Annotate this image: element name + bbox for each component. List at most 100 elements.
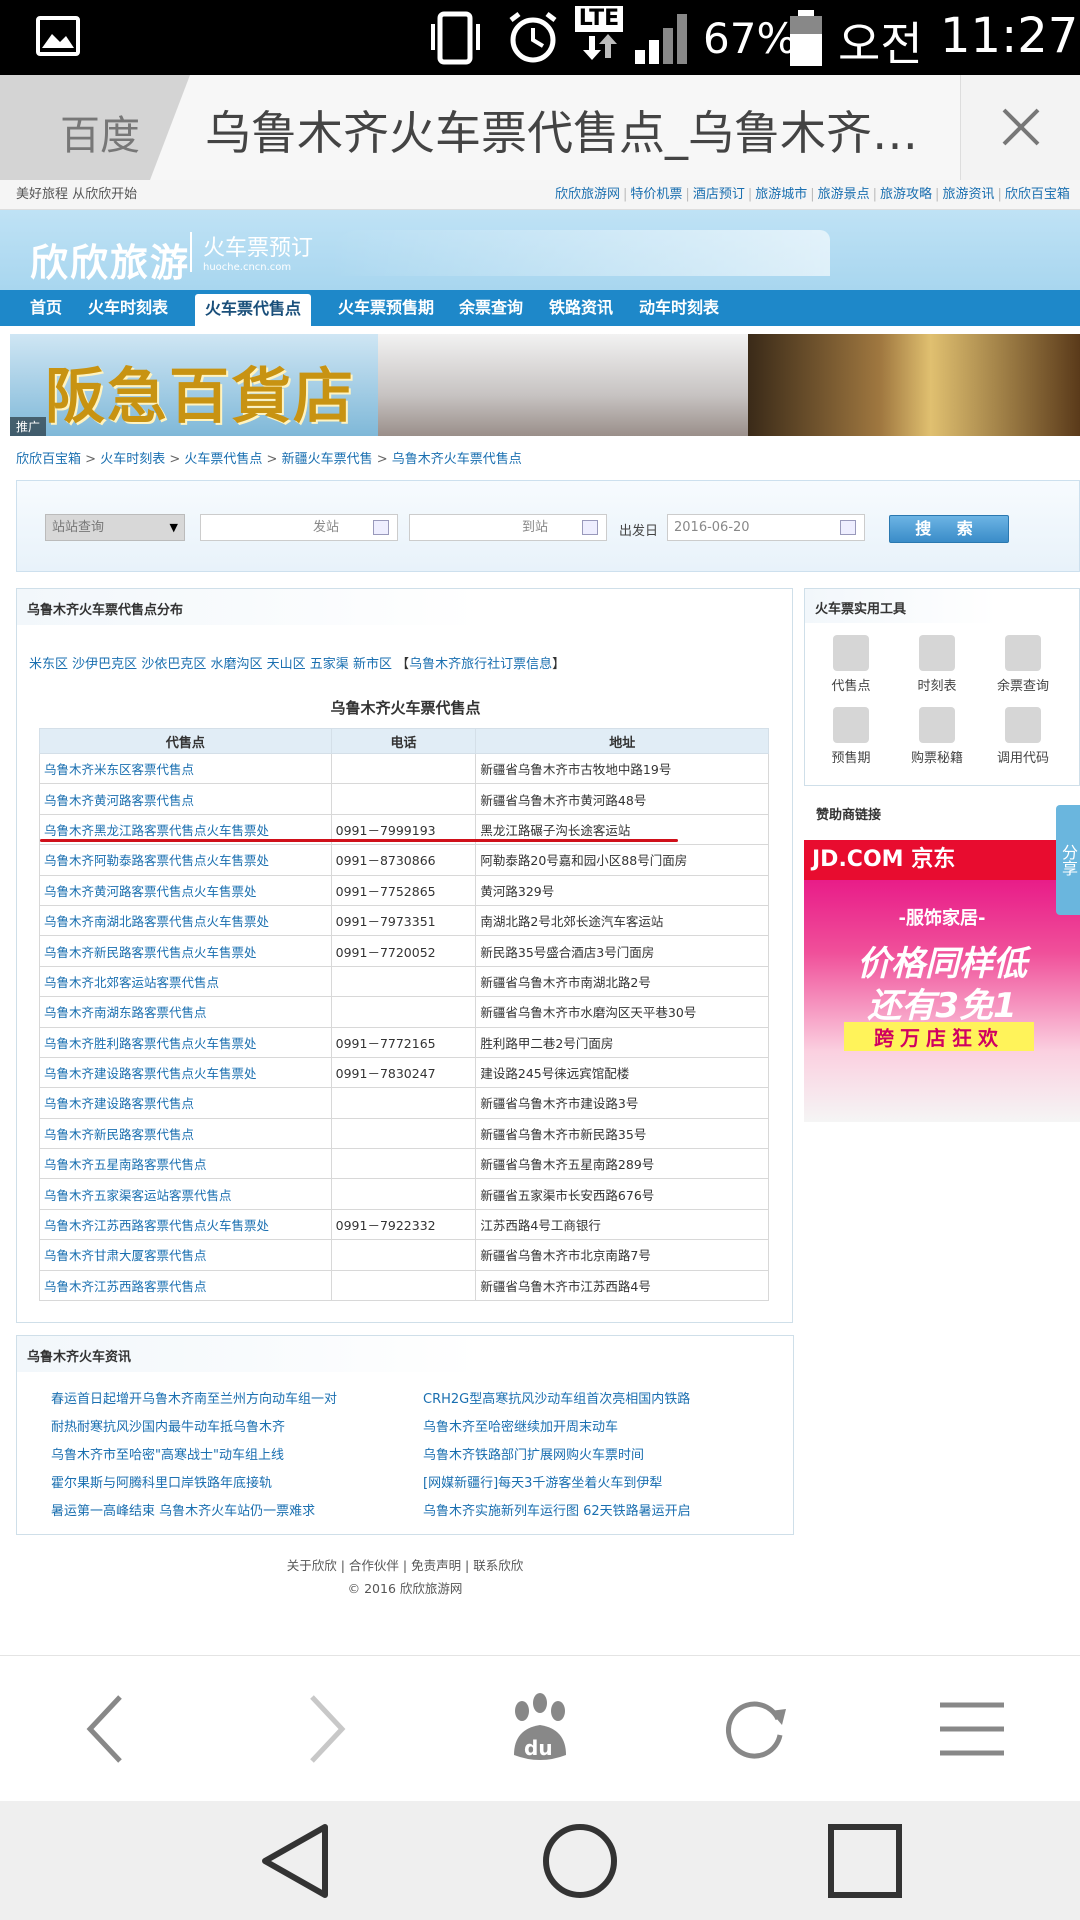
nav-outlets[interactable]: 火车票代售点 xyxy=(195,294,312,326)
tool-outlets[interactable]: 代售点 xyxy=(811,635,891,694)
breadcrumb-link[interactable]: 乌鲁木齐火车票代售点 xyxy=(392,452,522,467)
nav-timetable[interactable]: 火车时刻表 xyxy=(88,290,168,326)
promo-tag: 推广 xyxy=(10,417,47,436)
share-button[interactable]: 分享 xyxy=(1056,805,1080,915)
breadcrumb-link[interactable]: 欣欣百宝箱 xyxy=(16,452,81,467)
outlet-name-link[interactable]: 乌鲁木齐江苏西路客票代售点火车售票处 xyxy=(39,1208,332,1241)
tool-tips[interactable]: 购票秘籍 xyxy=(897,707,977,766)
outlet-name-link[interactable]: 乌鲁木齐南湖东路客票代售点 xyxy=(39,996,332,1028)
close-tab-button[interactable] xyxy=(960,75,1080,180)
outlet-name-link[interactable]: 乌鲁木齐米东区客票代售点 xyxy=(39,752,332,785)
outlet-name-link[interactable]: 乌鲁木齐黄河路客票代售点火车售票处 xyxy=(39,874,332,906)
outlet-phone: 0991－7772165 xyxy=(330,1026,477,1058)
table-row: 乌鲁木齐建设路客票代售点 新疆省乌鲁木齐市建设路3号 xyxy=(39,1087,769,1119)
breadcrumb-link[interactable]: 新疆火车票代售 xyxy=(282,452,373,467)
top-link[interactable]: 酒店预订 xyxy=(693,187,745,202)
nav-emu-timetable[interactable]: 动车时刻表 xyxy=(639,290,719,326)
query-type-select[interactable]: 站站查询 ▼ xyxy=(45,514,185,541)
district-link[interactable]: 米东区 xyxy=(29,657,68,672)
district-link[interactable]: 天山区 xyxy=(267,657,306,672)
district-link[interactable]: 五家渠 xyxy=(310,657,349,672)
table-row: 乌鲁木齐南湖东路客票代售点 新疆省乌鲁木齐市水磨沟区天平巷30号 xyxy=(39,996,769,1028)
news-link[interactable]: CRH2G型高寒抗风沙动车组首次亮相国内铁路 xyxy=(423,1388,690,1407)
news-link[interactable]: 暑运第一高峰结束 乌鲁木齐火车站仍一票难求 xyxy=(51,1500,315,1519)
footer-links[interactable]: 关于欣欣 | 合作伙伴 | 免责声明 | 联系欣欣 xyxy=(0,1555,810,1574)
site-logo[interactable]: 欣欣旅游 xyxy=(30,232,190,287)
breadcrumb-link[interactable]: 火车时刻表 xyxy=(100,452,165,467)
nav-home-button[interactable] xyxy=(480,1801,680,1920)
district-link[interactable]: 水磨沟区 xyxy=(210,657,262,672)
back-button[interactable] xyxy=(0,1656,216,1802)
date-input[interactable]: 2016-06-20 xyxy=(667,514,865,541)
outlet-name-link[interactable]: 乌鲁木齐五星南路客票代售点 xyxy=(39,1148,332,1180)
news-title: 乌鲁木齐火车资讯 xyxy=(17,1336,793,1372)
district-link[interactable]: 沙伊巴克区 xyxy=(72,657,137,672)
table-row: 乌鲁木齐胜利路客票代售点火车售票处 0991－7772165 胜利路甲二巷2号门面房 xyxy=(39,1026,769,1058)
top-link[interactable]: 旅游资讯 xyxy=(942,187,994,202)
breadcrumb: 欣欣百宝箱 > 火车时刻表 > 火车票代售点 > 新疆火车票代售 > 乌鲁木齐火… xyxy=(16,452,522,467)
site-top-bar: 美好旅程 从欣欣开始 欣欣旅游网 | 特价机票 | 酒店预订 | 旅游城市 | 旅游景点 | 旅游攻… xyxy=(0,180,1080,210)
nav-remaining-tickets[interactable]: 余票查询 xyxy=(459,290,523,326)
news-link[interactable]: [网媒新疆行]每天3千游客坐着火车到伊犁 xyxy=(423,1472,662,1491)
hamburger-menu-icon xyxy=(940,1702,1004,1756)
top-link[interactable]: 旅游攻略 xyxy=(880,187,932,202)
forward-button[interactable] xyxy=(216,1656,432,1802)
outlet-address: 新疆省乌鲁木齐市江苏西路4号 xyxy=(475,1269,769,1302)
tool-remaining[interactable]: 余票查询 xyxy=(983,635,1063,694)
refresh-button[interactable] xyxy=(648,1656,864,1802)
top-link[interactable]: 欣欣百宝箱 xyxy=(1005,187,1070,202)
menu-button[interactable] xyxy=(864,1656,1080,1802)
tool-presale[interactable]: 预售期 xyxy=(811,707,891,766)
baidu-home-button[interactable]: du xyxy=(432,1656,648,1802)
outlet-phone: 0991－7922332 xyxy=(330,1208,477,1241)
search-button[interactable]: 搜 索 xyxy=(889,515,1009,543)
signal-icon xyxy=(635,14,687,64)
outlet-name-link[interactable]: 乌鲁木齐江苏西路客票代售点 xyxy=(39,1269,332,1302)
district-link[interactable]: 沙依巴克区 xyxy=(141,657,206,672)
top-link[interactable]: 欣欣旅游网 xyxy=(555,187,620,202)
outlet-name-link[interactable]: 乌鲁木齐五家渠客运站客票代售点 xyxy=(39,1178,332,1210)
news-link[interactable]: 乌鲁木齐铁路部门扩展网购火车票时间 xyxy=(423,1444,644,1463)
tool-embed-code[interactable]: 调用代码 xyxy=(983,707,1063,766)
outlet-name-link[interactable]: 乌鲁木齐甘肃大厦客票代售点 xyxy=(39,1239,332,1271)
outlet-name-link[interactable]: 乌鲁木齐新民路客票代售点火车售票处 xyxy=(39,935,332,967)
top-link[interactable]: 旅游景点 xyxy=(818,187,870,202)
outlet-name-link[interactable]: 乌鲁木齐黄河路客票代售点 xyxy=(39,783,332,815)
outlet-name-link[interactable]: 乌鲁木齐阿勒泰路客票代售点火车售票处 xyxy=(39,844,332,876)
nav-presale[interactable]: 火车票预售期 xyxy=(338,290,434,326)
nav-recents-button[interactable] xyxy=(765,1801,965,1920)
news-link[interactable]: 乌鲁木齐实施新列车运行图 62天铁路暑运开启 xyxy=(423,1500,691,1519)
to-station-input[interactable]: 到站 xyxy=(409,514,607,541)
promo-banner[interactable]: 阪急百貨店 推广 xyxy=(10,334,1080,436)
nav-back-button[interactable] xyxy=(195,1801,395,1920)
back-arrow-icon xyxy=(86,1695,122,1763)
outlet-phone: 0991－7720052 xyxy=(330,935,477,967)
current-tab[interactable]: 乌鲁木齐火车票代售点_乌鲁木齐火... xyxy=(150,75,960,180)
dropdown-arrow-icon: ▼ xyxy=(169,521,178,534)
outlet-name-link[interactable]: 乌鲁木齐建设路客票代售点 xyxy=(39,1087,332,1119)
travel-agency-link[interactable]: 乌鲁木齐旅行社订票信息 xyxy=(409,657,552,672)
nav-railway-news[interactable]: 铁路资讯 xyxy=(549,290,613,326)
news-link[interactable]: 乌鲁木齐市至哈密"高寒战士"动车组上线 xyxy=(51,1444,284,1463)
outlet-name-link[interactable]: 乌鲁木齐新民路客票代售点 xyxy=(39,1117,332,1150)
outlet-name-link[interactable]: 乌鲁木齐建设路客票代售点火车售票处 xyxy=(39,1056,332,1089)
news-link[interactable]: 乌鲁木齐至哈密继续加开周末动车 xyxy=(423,1416,618,1435)
outlet-name-link[interactable]: 乌鲁木齐北郊客运站客票代售点 xyxy=(39,965,332,998)
news-link[interactable]: 霍尔果斯与阿腾科里口岸铁路年底接轨 xyxy=(51,1472,272,1491)
outlet-name-link[interactable]: 乌鲁木齐南湖北路客票代售点火车售票处 xyxy=(39,904,332,937)
site-slogan: 美好旅程 从欣欣开始 xyxy=(16,187,138,202)
top-link[interactable]: 特价机票 xyxy=(630,187,682,202)
top-link[interactable]: 旅游城市 xyxy=(755,187,807,202)
from-station-input[interactable]: 发站 xyxy=(200,514,398,541)
nav-home[interactable]: 首页 xyxy=(30,290,62,326)
question-icon xyxy=(1005,635,1041,671)
district-link[interactable]: 新市区 xyxy=(353,657,392,672)
outlet-name-link[interactable]: 乌鲁木齐胜利路客票代售点火车售票处 xyxy=(39,1026,332,1058)
column-header: 电话 xyxy=(330,728,477,754)
jd-ad-banner[interactable]: JD.COM 京东 -服饰家居- 价格同样低 还有3免1 跨万店狂欢 xyxy=(804,840,1080,1122)
table-row: 乌鲁木齐黄河路客票代售点火车售票处 0991－7752865 黄河路329号 xyxy=(39,874,769,906)
tool-timetable[interactable]: 时刻表 xyxy=(897,635,977,694)
breadcrumb-link[interactable]: 火车票代售点 xyxy=(184,452,262,467)
news-link[interactable]: 春运首日起增开乌鲁木齐南至兰州方向动车组一对 xyxy=(51,1388,337,1407)
news-link[interactable]: 耐热耐寒抗风沙国内最牛动车抵乌鲁木齐 xyxy=(51,1416,285,1435)
